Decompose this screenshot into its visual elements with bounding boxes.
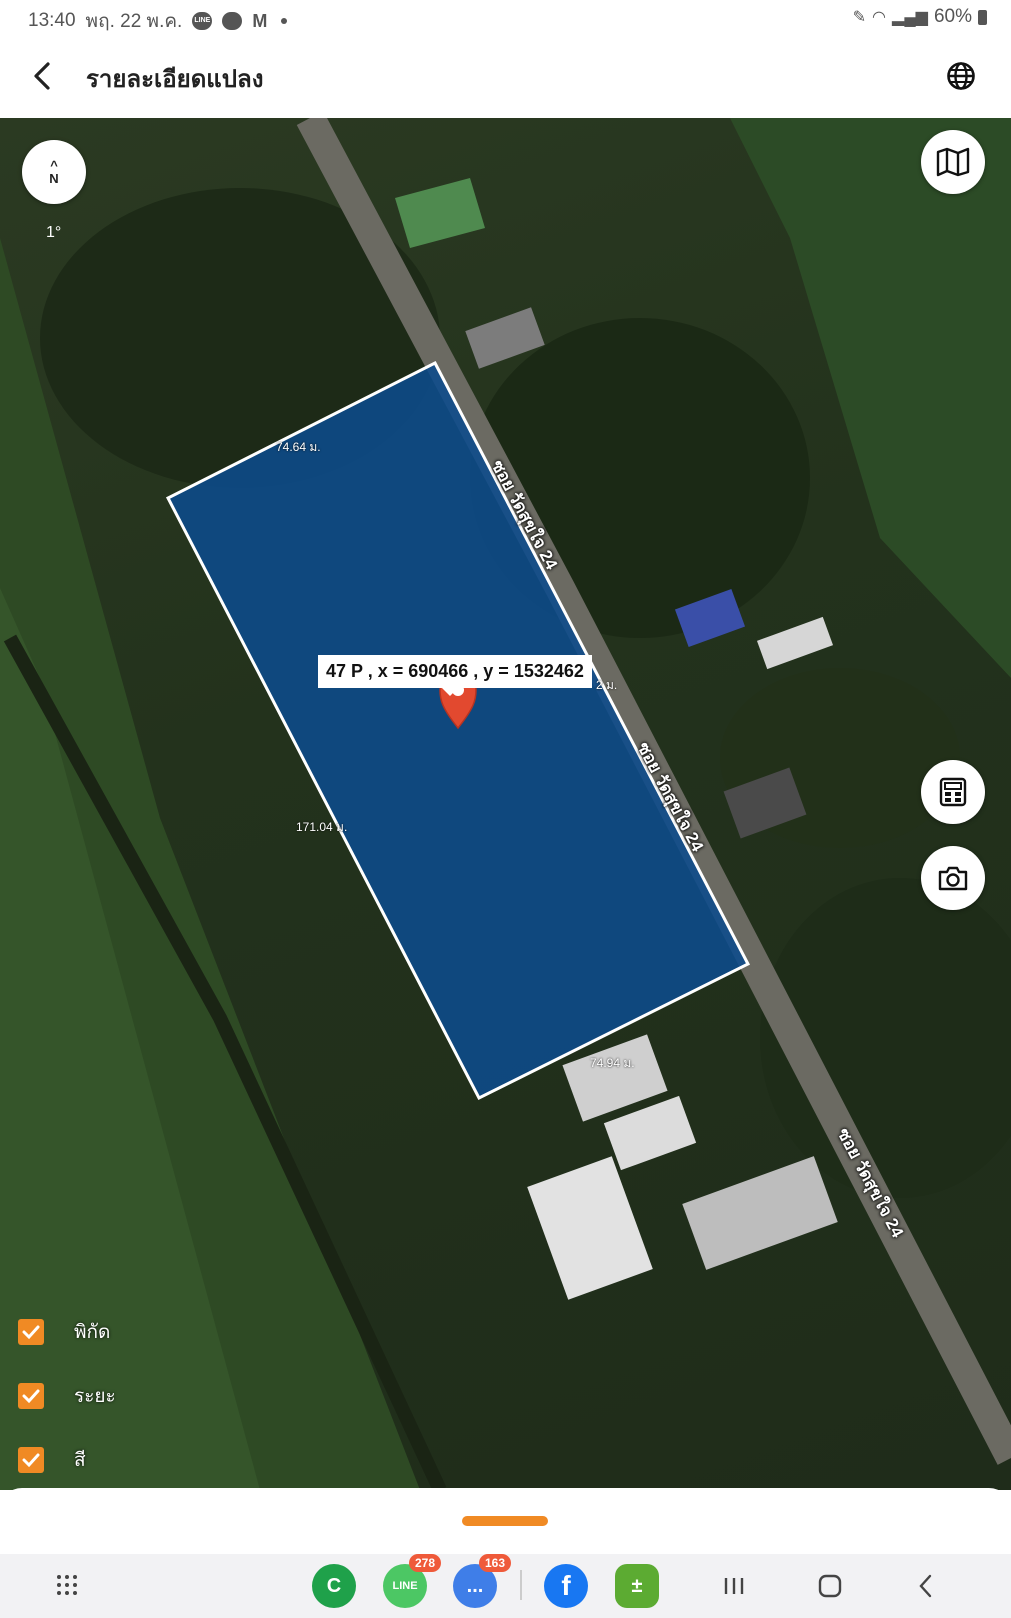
sheet-drag-handle[interactable]	[462, 1516, 548, 1526]
facebook-app-button[interactable]: f	[544, 1564, 588, 1608]
building	[395, 178, 485, 248]
checkbox[interactable]	[18, 1383, 44, 1409]
calculator-button[interactable]	[921, 760, 985, 824]
status-left: 13:40 พฤ. 22 พ.ค. LINE M	[28, 6, 288, 36]
line-icon: LINE	[192, 12, 213, 30]
phone-app-icon: C	[312, 1564, 356, 1608]
nav-divider	[520, 1570, 522, 1600]
layer-toggle-distance[interactable]: ระยะ	[18, 1364, 116, 1428]
recents-button[interactable]	[718, 1570, 750, 1602]
back-arrow-icon	[34, 62, 50, 90]
map-background	[0, 118, 1011, 1490]
page-title: รายละเอียดแปลง	[86, 66, 264, 93]
status-time: 13:40	[28, 10, 76, 31]
map-type-button[interactable]	[921, 130, 985, 194]
building	[527, 1156, 653, 1300]
calculator-icon	[939, 777, 967, 807]
satellite-map[interactable]: ^ N 1° 47 P , x = 690466 , y = 1532462 7…	[0, 118, 1011, 1490]
distance-top-label: 74.64 ม.	[276, 440, 321, 454]
wifi-icon: ◠	[872, 9, 887, 26]
battery-label: 60%	[933, 6, 972, 27]
system-nav-bar: C LINE 278 ... 163 f ±	[0, 1554, 1011, 1618]
notification-badge: 163	[478, 1554, 511, 1572]
calculator-app-icon: ±	[615, 1564, 659, 1608]
app-screen: 13:40 พฤ. 22 พ.ค. LINE M ✎ ◠ ▂▄▆ 60% ราย…	[0, 0, 1011, 1618]
camera-button[interactable]	[921, 846, 985, 910]
checkbox[interactable]	[18, 1319, 44, 1345]
back-button[interactable]	[22, 54, 62, 98]
layer-label: สี	[74, 1450, 86, 1471]
battery-icon	[978, 9, 987, 25]
status-date: พฤ. 22 พ.ค.	[85, 11, 183, 32]
parcel-coordinate-label: 47 P , x = 690466 , y = 1532462	[318, 655, 592, 696]
layer-toggle-list: พิกัด ระยะ สี	[18, 1300, 116, 1490]
layer-label: พิกัด	[74, 1322, 111, 1343]
pen-icon: ✎	[852, 9, 867, 26]
layer-toggle-coordinate[interactable]: พิกัด	[18, 1300, 116, 1364]
distance-right-label: 2 ม.	[596, 678, 618, 692]
home-button[interactable]	[814, 1570, 846, 1602]
line-app-button[interactable]: LINE 278	[383, 1554, 441, 1608]
app-drawer-button[interactable]	[50, 1568, 84, 1602]
map-icon	[936, 147, 970, 177]
check-icon	[22, 1389, 40, 1404]
globe-icon	[947, 62, 975, 90]
more-notifications-icon	[281, 18, 288, 24]
layer-label: ระยะ	[74, 1386, 116, 1407]
chat-icon	[222, 12, 243, 30]
phone-app-button[interactable]: C	[312, 1564, 356, 1608]
status-bar: 13:40 พฤ. 22 พ.ค. LINE M ✎ ◠ ▂▄▆ 60%	[0, 0, 1011, 34]
building	[756, 616, 834, 670]
system-back-button[interactable]	[910, 1570, 942, 1602]
compass-degree: 1°	[46, 224, 62, 241]
language-button[interactable]	[941, 56, 981, 96]
camera-icon	[938, 866, 968, 891]
signal-icon: ▂▄▆	[892, 9, 928, 26]
distance-left-label: 171.04 ม.	[296, 820, 348, 834]
building	[682, 1156, 838, 1270]
compass-button[interactable]: ^ N	[22, 140, 86, 204]
check-icon	[22, 1325, 40, 1340]
messages-app-button[interactable]: ... 163	[453, 1554, 511, 1608]
app-header: รายละเอียดแปลง	[0, 34, 1011, 118]
checkbox[interactable]	[18, 1447, 44, 1473]
chevron-left-icon	[919, 1574, 932, 1598]
gmail-icon: M	[252, 10, 268, 31]
facebook-app-icon: f	[544, 1564, 588, 1608]
calculator-app-button[interactable]: ±	[615, 1564, 659, 1608]
check-icon	[22, 1453, 40, 1468]
grid-icon	[57, 1575, 77, 1595]
status-right: ✎ ◠ ▂▄▆ 60%	[853, 6, 987, 28]
layer-toggle-color[interactable]: สี	[18, 1428, 116, 1490]
distance-bottom-label: 74.94 ม.	[590, 1056, 635, 1070]
compass-label: N	[49, 171, 59, 186]
home-icon	[818, 1574, 842, 1598]
notification-badge: 278	[408, 1554, 441, 1572]
bottom-sheet[interactable]	[0, 1488, 1011, 1558]
recents-icon	[724, 1578, 744, 1594]
